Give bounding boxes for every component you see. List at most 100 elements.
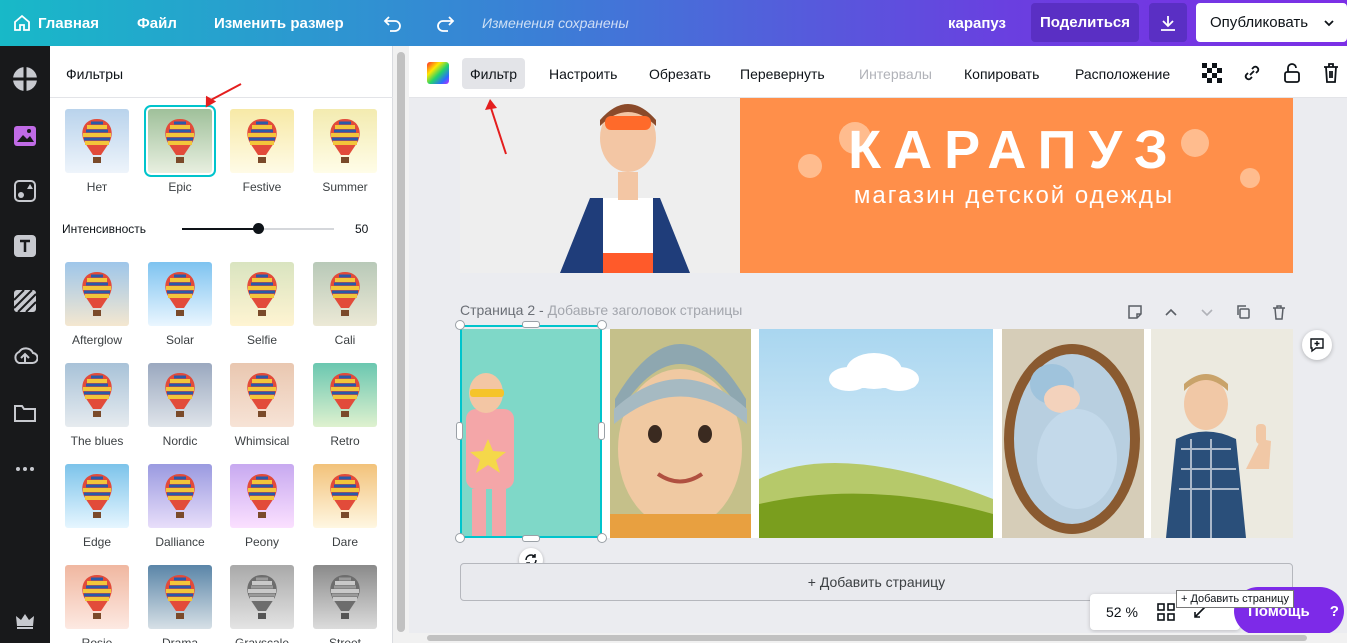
filter-thumb-grayscale[interactable] xyxy=(230,565,294,629)
filter-label: Rosie xyxy=(81,636,113,643)
grid-view-icon[interactable] xyxy=(1157,603,1175,621)
photo-baby[interactable] xyxy=(1002,329,1144,538)
panel-scroll-thumb[interactable] xyxy=(397,52,405,632)
design-title[interactable]: карапуз xyxy=(948,0,1006,46)
photo-landscape[interactable] xyxy=(759,329,993,538)
redo-button[interactable] xyxy=(435,0,457,46)
filter-thumb-epic[interactable] xyxy=(144,105,216,177)
filter-thumb-street[interactable] xyxy=(313,565,377,629)
page-1-banner[interactable]: КАРАПУЗ магазин детской одежды xyxy=(460,98,1293,273)
copy-button[interactable]: Копировать xyxy=(956,58,1047,89)
lock-icon[interactable] xyxy=(1280,61,1304,85)
editor-toolbar: Фильтр Настроить Обрезать Перевернуть Ин… xyxy=(409,46,1347,98)
filter-thumb-cali[interactable] xyxy=(313,262,377,326)
filter-thumb-festive[interactable] xyxy=(230,109,294,173)
filter-label: Afterglow xyxy=(71,333,123,347)
intensity-value: 50 xyxy=(355,222,369,236)
crown-icon[interactable] xyxy=(10,606,40,636)
comment-plus-icon xyxy=(1310,338,1324,353)
filter-label: Grayscale xyxy=(234,636,290,643)
page-2[interactable] xyxy=(460,329,1293,538)
banner-subtitle: магазин детской одежды xyxy=(854,182,1174,209)
intensity-slider[interactable] xyxy=(182,223,334,234)
resize-menu[interactable]: Изменить размер xyxy=(214,0,344,46)
photo-girl[interactable] xyxy=(460,329,602,538)
filter-thumb-afterglow[interactable] xyxy=(65,262,129,326)
text-icon[interactable] xyxy=(10,231,40,261)
chevron-up-icon[interactable] xyxy=(1161,302,1181,322)
add-comment-button[interactable] xyxy=(1302,330,1332,360)
elements-icon[interactable] xyxy=(10,176,40,206)
filter-thumb-peony[interactable] xyxy=(230,464,294,528)
filter-label: Retro xyxy=(330,434,360,448)
crop-button[interactable]: Обрезать xyxy=(641,58,719,89)
filter-thumb-edge[interactable] xyxy=(65,464,129,528)
link-icon[interactable] xyxy=(1240,61,1264,85)
spacing-button[interactable]: Интервалы xyxy=(851,58,940,89)
flip-button[interactable]: Перевернуть xyxy=(732,58,833,89)
trash-icon[interactable] xyxy=(1319,61,1343,85)
saved-status: Изменения сохранены xyxy=(482,15,629,31)
templates-icon[interactable] xyxy=(10,64,40,94)
undo-icon xyxy=(383,16,401,32)
chevron-down-icon[interactable] xyxy=(1197,302,1217,322)
publish-button[interactable]: Опубликовать xyxy=(1196,3,1347,42)
download-button[interactable] xyxy=(1149,3,1187,42)
transparency-icon[interactable] xyxy=(1200,61,1224,85)
filter-thumb-retro[interactable] xyxy=(313,363,377,427)
filter-thumb-rosie[interactable] xyxy=(65,565,129,629)
duplicate-page-icon[interactable] xyxy=(1233,302,1253,322)
filter-thumb-the-blues[interactable] xyxy=(65,363,129,427)
resize-handle-tl[interactable] xyxy=(455,320,465,330)
page-2-title-placeholder[interactable]: Добавьте заголовок страницы xyxy=(548,302,743,318)
adjust-button[interactable]: Настроить xyxy=(541,58,625,89)
resize-handle-br[interactable] xyxy=(597,533,607,543)
filter-thumb-нет[interactable] xyxy=(65,109,129,173)
zoom-value[interactable]: 52 % xyxy=(1106,604,1138,620)
photo-toddler[interactable] xyxy=(610,329,751,538)
filter-label: Summer xyxy=(322,180,368,194)
filter-label: Street xyxy=(328,636,361,643)
filter-thumb-selfie[interactable] xyxy=(230,262,294,326)
filter-thumb-whimsical[interactable] xyxy=(230,363,294,427)
more-icon[interactable] xyxy=(10,454,40,484)
share-button[interactable]: Поделиться xyxy=(1031,3,1139,42)
note-icon[interactable] xyxy=(1125,302,1145,322)
filter-thumb-dalliance[interactable] xyxy=(148,464,212,528)
filter-thumb-nordic[interactable] xyxy=(148,363,212,427)
file-menu[interactable]: Файл xyxy=(137,0,177,46)
filter-button[interactable]: Фильтр xyxy=(462,58,526,89)
folder-icon[interactable] xyxy=(10,398,40,428)
resize-handle-left[interactable] xyxy=(456,422,463,440)
delete-page-icon[interactable] xyxy=(1269,302,1289,322)
top-bar: Главная Файл Изменить размер Изменения с… xyxy=(0,0,1347,46)
resize-handle-top[interactable] xyxy=(522,321,540,328)
canvas-scroll-thumb[interactable] xyxy=(427,635,1307,641)
filter-label: Nordic xyxy=(162,434,198,448)
home-icon xyxy=(14,14,30,31)
home-button[interactable]: Главная xyxy=(12,0,99,46)
filter-thumb-drama[interactable] xyxy=(148,565,212,629)
resize-handle-right[interactable] xyxy=(598,422,605,440)
filter-label: Peony xyxy=(244,535,280,549)
filter-thumb-solar[interactable] xyxy=(148,262,212,326)
photos-icon[interactable] xyxy=(10,121,40,151)
resize-handle-bottom[interactable] xyxy=(522,535,540,542)
filter-thumb-dare[interactable] xyxy=(313,464,377,528)
color-picker-icon[interactable] xyxy=(426,61,450,85)
intensity-label: Интенсивность xyxy=(62,222,147,236)
resize-handle-tr[interactable] xyxy=(597,320,607,330)
position-button[interactable]: Расположение xyxy=(1067,58,1178,89)
backgrounds-icon[interactable] xyxy=(10,286,40,316)
undo-button[interactable] xyxy=(381,0,403,46)
upload-icon[interactable] xyxy=(10,341,40,371)
photo-boy[interactable] xyxy=(1151,329,1293,538)
home-label: Главная xyxy=(38,14,100,32)
panel-scrollbar[interactable] xyxy=(393,46,409,643)
canvas-horizontal-scrollbar[interactable] xyxy=(409,633,1347,643)
filter-thumb-summer[interactable] xyxy=(313,109,377,173)
intensity-slider-knob[interactable] xyxy=(253,223,264,234)
page-2-header[interactable]: Страница 2 - Добавьте заголовок страницы xyxy=(460,302,742,318)
filters-panel: Фильтры Нет Epic Festive Summer Afterglow Sol… xyxy=(50,46,393,643)
resize-handle-bl[interactable] xyxy=(455,533,465,543)
